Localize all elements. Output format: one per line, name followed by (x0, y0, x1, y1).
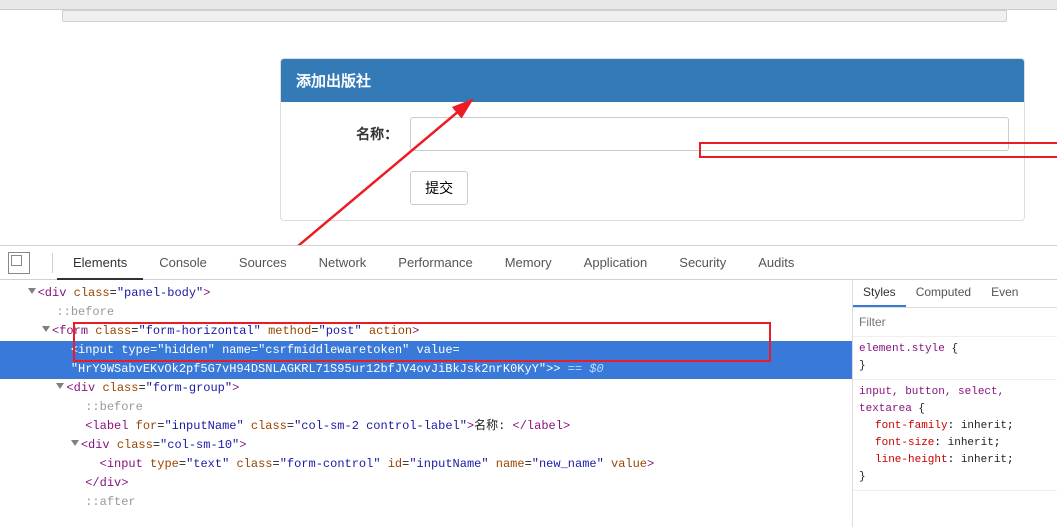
tab-audits[interactable]: Audits (742, 246, 810, 280)
tab-performance[interactable]: Performance (382, 246, 488, 280)
dom-pseudo[interactable]: ::before (0, 398, 852, 417)
submit-button[interactable]: 提交 (410, 171, 468, 205)
dom-selected-node[interactable]: <input type="hidden" name="csrfmiddlewar… (0, 341, 852, 379)
form-panel: 添加出版社 名称： 提交 (280, 58, 1025, 221)
name-label: 名称： (296, 124, 410, 144)
window-top-bar (0, 0, 1057, 10)
inspect-icon[interactable] (8, 252, 30, 274)
css-rule-inputs[interactable]: input, button, select, textarea { font-f… (853, 380, 1057, 491)
dom-node[interactable]: <div class="panel-body"> (0, 284, 852, 303)
devtools-panel: Elements Console Sources Network Perform… (0, 245, 1057, 527)
panel-body: 名称： 提交 (281, 102, 1024, 220)
dom-tree[interactable]: <div class="panel-body"> ::before <form … (0, 280, 852, 527)
styles-tab-styles[interactable]: Styles (853, 280, 906, 307)
devtools-tabs: Elements Console Sources Network Perform… (0, 246, 1057, 280)
browser-address-area (62, 10, 1007, 22)
dom-node[interactable]: <form class="form-horizontal" method="po… (0, 322, 852, 341)
styles-filter-input[interactable] (859, 312, 1051, 332)
name-input-wrap (410, 117, 1009, 151)
styles-tab-computed[interactable]: Computed (906, 280, 981, 307)
styles-tabs: Styles Computed Even (853, 280, 1057, 308)
panel-title: 添加出版社 (281, 59, 1024, 102)
tab-network[interactable]: Network (303, 246, 383, 280)
dom-node[interactable]: </div> (0, 474, 852, 493)
css-rule-element-style[interactable]: element.style {} (853, 337, 1057, 380)
page-content: 添加出版社 名称： 提交 (0, 22, 1057, 257)
dom-pseudo[interactable]: ::after (0, 493, 852, 512)
form-row-name: 名称： (296, 117, 1009, 151)
styles-tab-events[interactable]: Even (981, 280, 1028, 307)
styles-filter (853, 308, 1057, 337)
devtools-body: <div class="panel-body"> ::before <form … (0, 280, 1057, 527)
name-input[interactable] (410, 117, 1009, 151)
dom-node[interactable]: <input type="text" class="form-control" … (0, 455, 852, 474)
tab-memory[interactable]: Memory (489, 246, 568, 280)
tab-sources[interactable]: Sources (223, 246, 303, 280)
dom-pseudo[interactable]: ::before (0, 303, 852, 322)
dom-node[interactable]: <div class="form-group"> (0, 379, 852, 398)
tab-console[interactable]: Console (143, 246, 223, 280)
separator (52, 253, 53, 273)
tab-application[interactable]: Application (568, 246, 664, 280)
dom-node[interactable]: <div class="col-sm-10"> (0, 436, 852, 455)
tab-elements[interactable]: Elements (57, 246, 143, 280)
tab-security[interactable]: Security (663, 246, 742, 280)
styles-pane: Styles Computed Even element.style {} in… (852, 280, 1057, 527)
dom-node[interactable]: <label for="inputName" class="col-sm-2 c… (0, 417, 852, 436)
